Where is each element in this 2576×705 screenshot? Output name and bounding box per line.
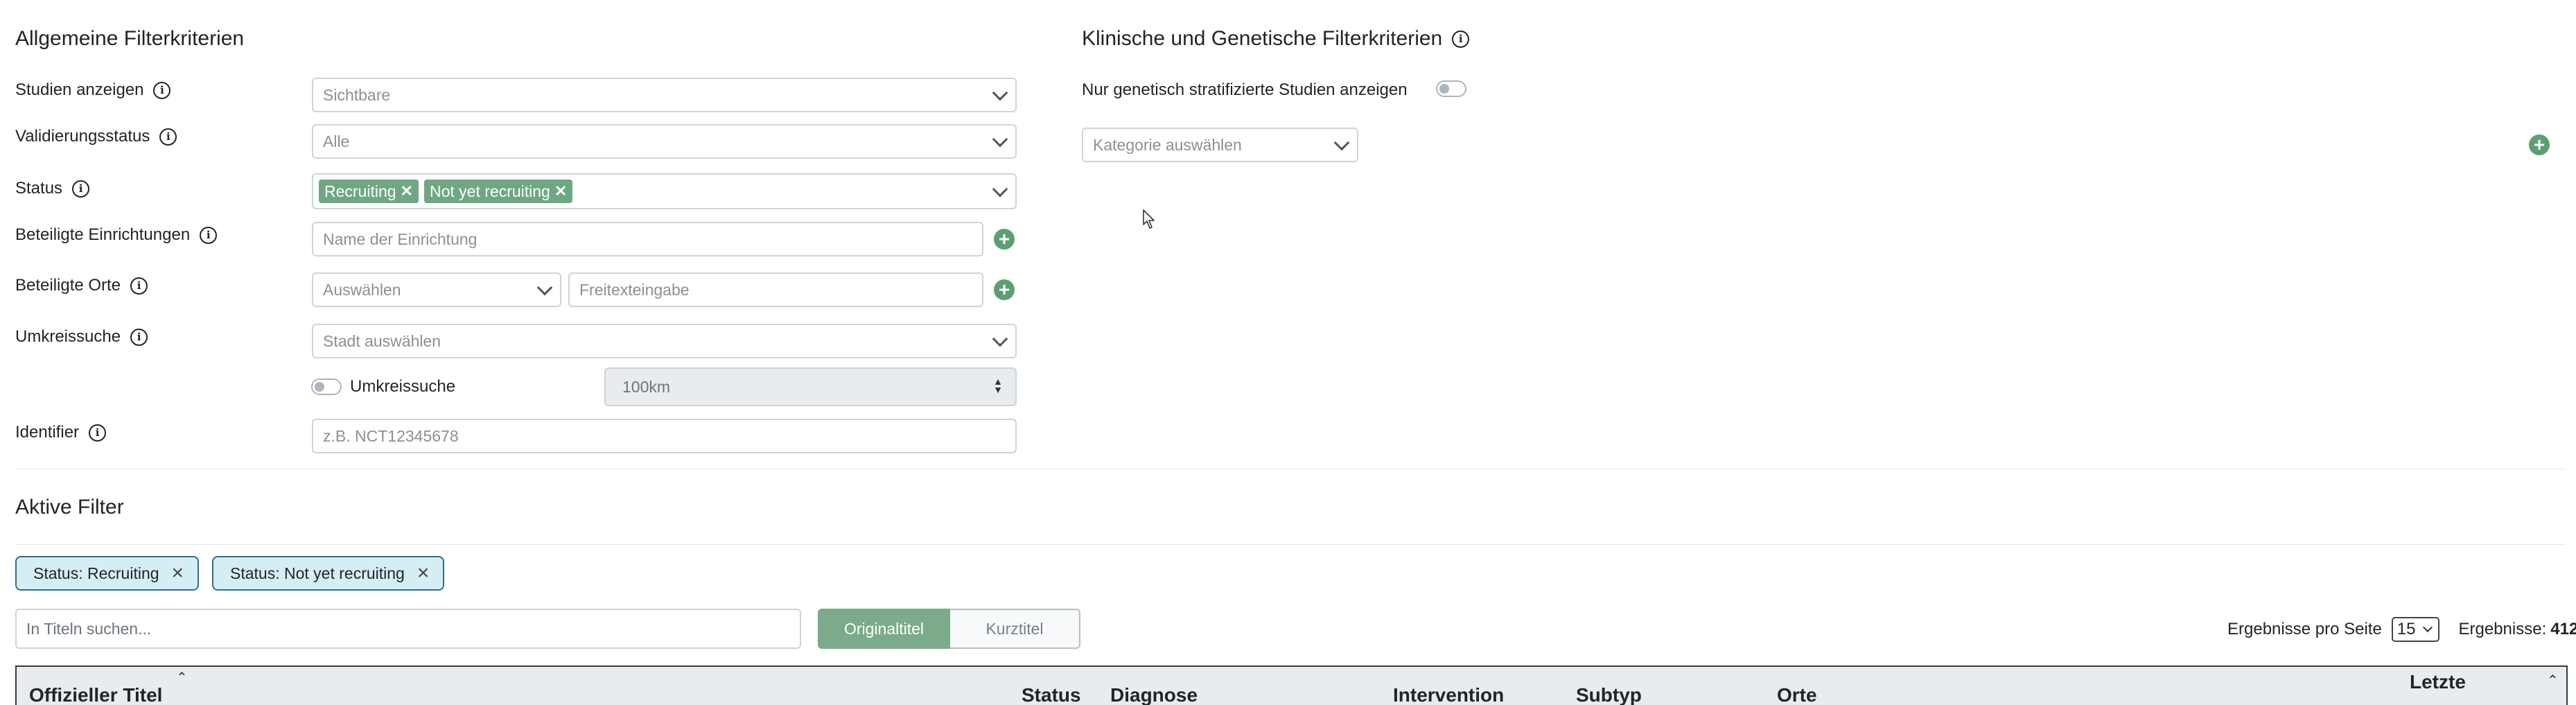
per-page-select[interactable]: 15 xyxy=(2391,617,2439,642)
locations-row-label: Beteiligte Orte i xyxy=(15,276,148,295)
locations-select-value: Auswählen xyxy=(323,280,401,299)
info-icon[interactable]: i xyxy=(130,277,148,295)
results-count-label: Ergebnisse: xyxy=(2458,620,2547,638)
status-label: Status xyxy=(15,179,63,198)
radius-toggle[interactable] xyxy=(311,378,342,395)
locations-placeholder: Freitexteingabe xyxy=(579,280,690,299)
status-tag-label: Not yet recruiting xyxy=(429,182,550,200)
chevron-down-icon xyxy=(992,85,1008,101)
city-select-value: Stadt auswählen xyxy=(323,331,441,350)
locations-label: Beteiligte Orte xyxy=(15,276,121,295)
studies-select[interactable]: Sichtbare xyxy=(312,78,1017,112)
close-icon[interactable]: ✕ xyxy=(554,182,567,200)
original-title-button[interactable]: Originaltitel xyxy=(818,609,950,649)
validation-select[interactable]: Alle xyxy=(312,124,1017,159)
city-select[interactable]: Stadt auswählen xyxy=(312,324,1017,358)
results-table-header: Offizieller Titel ⌃ ⌄ Status Diagnose In… xyxy=(15,665,2568,705)
institutions-row-label: Beteiligte Einrichtungen i xyxy=(15,225,218,245)
identifier-row-label: Identifier i xyxy=(15,423,107,442)
studies-label: Studien anzeigen xyxy=(15,80,144,99)
active-filter-chip-label: Status: Not yet recruiting xyxy=(230,564,405,582)
info-icon[interactable]: i xyxy=(159,128,177,146)
radius-row-label: Umkreissuche i xyxy=(15,327,148,347)
category-select[interactable]: Kategorie auswählen xyxy=(1082,128,1358,162)
active-filters-title: Aktive Filter xyxy=(15,496,124,519)
validation-label: Validierungsstatus xyxy=(15,127,150,146)
identifier-placeholder: z.B. NCT12345678 xyxy=(323,426,459,445)
close-icon[interactable]: × xyxy=(417,563,430,584)
chevron-down-icon xyxy=(992,181,1008,198)
institution-placeholder: Name der Einrichtung xyxy=(323,229,477,248)
info-icon[interactable]: i xyxy=(1452,30,1470,48)
sort-icon[interactable]: ⌃ xyxy=(2547,674,2559,688)
active-filter-chip-label: Status: Recruiting xyxy=(33,564,159,582)
status-row-label: Status i xyxy=(15,179,90,198)
status-tag: Not yet recruiting ✕ xyxy=(423,180,573,203)
active-filters-divider xyxy=(15,544,2566,545)
add-category-plus-icon[interactable]: + xyxy=(2529,134,2550,155)
category-placeholder: Kategorie auswählen xyxy=(1093,135,1242,154)
info-icon[interactable]: i xyxy=(200,226,218,244)
institution-input[interactable]: Name der Einrichtung xyxy=(312,222,983,256)
general-filters-title: Allgemeine Filterkriterien xyxy=(15,27,245,50)
info-icon[interactable]: i xyxy=(153,81,171,99)
title-mode-toggle: Originaltitel Kurztitel xyxy=(818,609,1080,649)
title-search-placeholder: In Titeln suchen... xyxy=(26,619,152,638)
clinical-filters-title: Klinische und Genetische Filterkriterien xyxy=(1082,27,1443,50)
validation-row-label: Validierungsstatus i xyxy=(15,127,177,146)
per-page-value: 15 xyxy=(2397,620,2416,638)
validation-select-value: Alle xyxy=(323,132,350,150)
column-header-subtype[interactable]: Subtyp xyxy=(1576,684,1642,705)
active-filter-chip[interactable]: Status: Not yet recruiting × xyxy=(212,556,445,591)
radius-label: Umkreissuche xyxy=(15,327,121,346)
genetic-toggle-label: Nur genetisch stratifizierte Studien anz… xyxy=(1082,80,1408,99)
column-header-status[interactable]: Status xyxy=(1022,684,1081,705)
title-search-input[interactable]: In Titeln suchen... xyxy=(15,609,801,649)
column-header-diagnosis[interactable]: Diagnose xyxy=(1110,684,1198,705)
info-icon[interactable]: i xyxy=(89,424,107,442)
sort-icon[interactable]: ⌃ xyxy=(176,671,188,685)
status-tag-label: Recruiting xyxy=(324,182,396,200)
chevron-down-icon xyxy=(992,331,1008,347)
close-icon[interactable]: ✕ xyxy=(401,182,413,200)
add-institution-plus-icon[interactable]: + xyxy=(994,229,1015,250)
studies-row-label: Studien anzeigen i xyxy=(15,80,171,100)
chevron-down-icon xyxy=(1333,134,1350,151)
column-header-last[interactable]: Letzte xyxy=(2410,671,2466,693)
info-icon[interactable]: i xyxy=(130,328,148,346)
close-icon[interactable]: × xyxy=(172,563,184,584)
results-per-page: Ergebnisse pro Seite 15 Ergebnisse: 412 xyxy=(2227,617,2576,642)
chevron-down-icon xyxy=(2422,622,2433,633)
column-header-intervention[interactable]: Intervention xyxy=(1393,684,1504,705)
up-down-icon: ▲ ▼ xyxy=(993,376,1003,395)
sort-icon[interactable]: ⌄ xyxy=(176,697,188,705)
locations-select[interactable]: Auswählen xyxy=(312,272,561,307)
mouse-cursor-icon xyxy=(1143,209,1155,229)
locations-freetext-input[interactable]: Freitexteingabe xyxy=(568,272,983,307)
column-header-title[interactable]: Offizieller Titel xyxy=(29,684,162,705)
radius-distance-select[interactable]: 100km ▲ ▼ xyxy=(604,367,1017,406)
chevron-down-icon xyxy=(536,279,553,296)
results-per-page-label: Ergebnisse pro Seite xyxy=(2227,620,2382,638)
institutions-label: Beteiligte Einrichtungen xyxy=(15,225,191,244)
sort-icon[interactable]: ⌄ xyxy=(2547,697,2559,705)
genetic-toggle[interactable] xyxy=(1436,80,1466,97)
status-tag: Recruiting ✕ xyxy=(319,180,419,203)
identifier-label: Identifier xyxy=(15,423,80,442)
info-icon[interactable]: i xyxy=(72,180,90,198)
short-title-button[interactable]: Kurztitel xyxy=(950,609,1080,649)
radius-toggle-label: Umkreissuche xyxy=(350,377,456,396)
column-header-locations[interactable]: Orte xyxy=(1777,684,1817,705)
studies-select-value: Sichtbare xyxy=(323,85,391,104)
radius-distance-value: 100km xyxy=(622,377,671,396)
status-multiselect[interactable]: Recruiting ✕ Not yet recruiting ✕ xyxy=(312,173,1017,209)
active-filter-chip[interactable]: Status: Recruiting × xyxy=(15,556,200,591)
chevron-down-icon xyxy=(992,131,1008,148)
identifier-input[interactable]: z.B. NCT12345678 xyxy=(312,419,1017,453)
clinical-filters-title-row: Klinische und Genetische Filterkriterien… xyxy=(1082,27,1470,51)
results-count-value: 412 xyxy=(2550,620,2576,638)
add-location-plus-icon[interactable]: + xyxy=(994,279,1015,300)
